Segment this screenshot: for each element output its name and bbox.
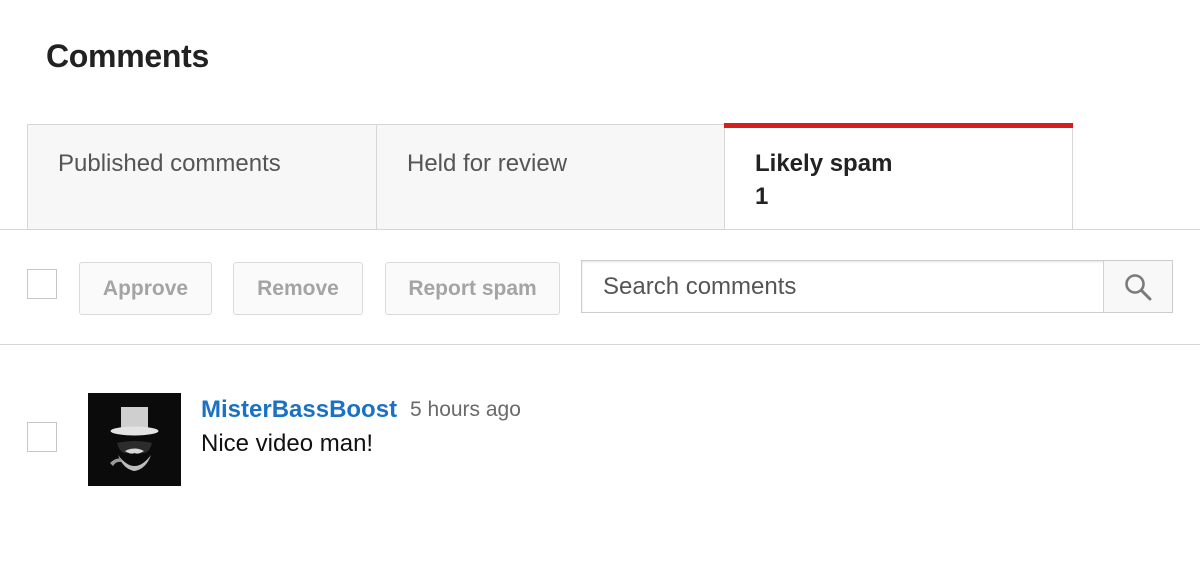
report-spam-button[interactable]: Report spam <box>385 262 560 315</box>
select-all-checkbox[interactable] <box>27 269 57 299</box>
page-title: Comments <box>46 38 209 74</box>
tab-label: Likely spam <box>755 150 893 177</box>
tab-published-comments[interactable]: Published comments <box>27 124 377 229</box>
comment-checkbox[interactable] <box>27 422 57 452</box>
search-input[interactable] <box>582 261 1102 312</box>
active-tab-indicator <box>724 123 1073 128</box>
avatar[interactable] <box>88 393 181 486</box>
comment-author-link[interactable]: MisterBassBoost <box>201 396 397 424</box>
remove-button[interactable]: Remove <box>233 262 363 315</box>
comment-text: Nice video man! <box>201 430 374 457</box>
tab-held-for-review[interactable]: Held for review <box>376 124 725 229</box>
toolbar-divider <box>0 344 1200 345</box>
search-button[interactable] <box>1103 261 1172 312</box>
search-box <box>581 260 1173 313</box>
tab-count: 1 <box>755 183 769 210</box>
tab-label: Held for review <box>407 150 568 177</box>
tab-likely-spam[interactable]: Likely spam 1 <box>724 123 1073 230</box>
tabs-divider <box>0 229 1200 230</box>
search-icon <box>1123 272 1153 302</box>
comment-timestamp[interactable]: 5 hours ago <box>410 398 521 422</box>
approve-button[interactable]: Approve <box>79 262 212 315</box>
tab-label: Published comments <box>58 150 281 177</box>
